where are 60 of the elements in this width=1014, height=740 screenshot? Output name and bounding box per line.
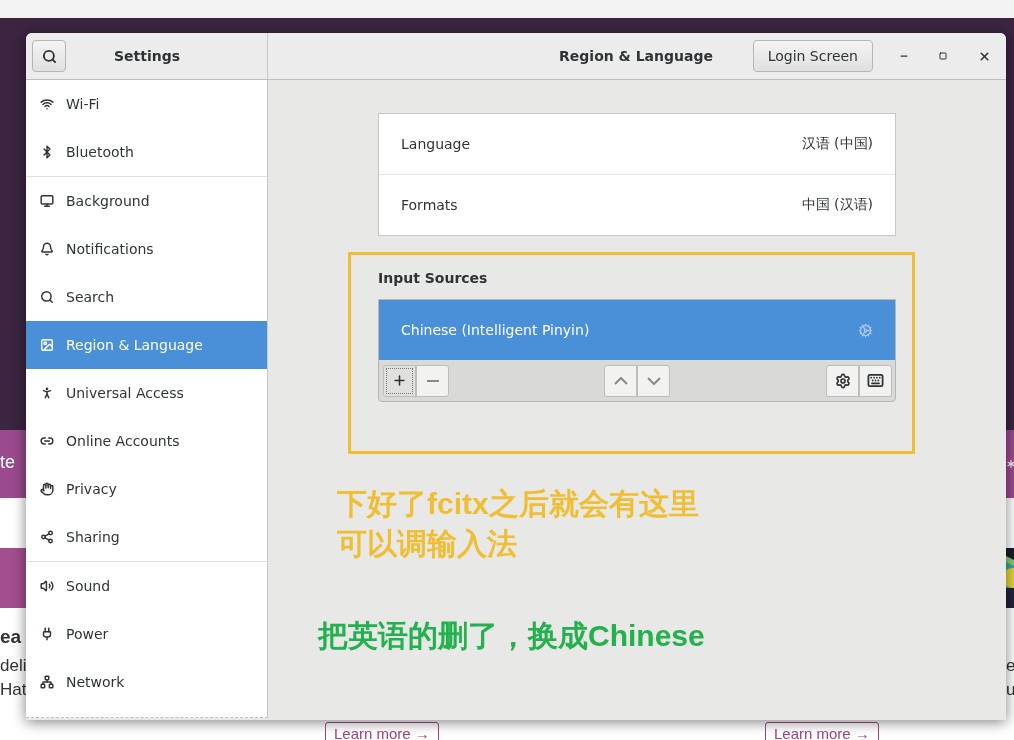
sidebar-item[interactable]: Privacy bbox=[26, 465, 267, 513]
gear-icon[interactable] bbox=[858, 322, 873, 338]
sidebar-item[interactable]: Network bbox=[26, 658, 267, 706]
remove-button[interactable] bbox=[416, 364, 449, 397]
heading-text: ea bbox=[0, 626, 22, 648]
setting-label: Language bbox=[401, 136, 471, 152]
sidebar-item[interactable]: Bluetooth bbox=[26, 128, 267, 176]
search-icon bbox=[41, 48, 57, 64]
settings-icon bbox=[834, 372, 851, 389]
sidebar-item[interactable]: Search bbox=[26, 273, 267, 321]
section-heading: Input Sources bbox=[378, 270, 489, 286]
move-down-button[interactable] bbox=[637, 364, 670, 397]
minus-icon bbox=[426, 379, 439, 382]
body-text: e bbox=[1006, 656, 1014, 676]
annotation-text: 把英语的删了，换成Chinese bbox=[318, 618, 706, 654]
setting-value[interactable]: 中国 (汉语) bbox=[801, 196, 873, 214]
bell-icon bbox=[40, 242, 54, 256]
banner-text: te bbox=[0, 452, 15, 473]
chevron-up-icon bbox=[613, 376, 628, 385]
keyboard-button[interactable] bbox=[859, 364, 892, 397]
sidebar-title: Settings bbox=[112, 48, 182, 64]
close-icon bbox=[977, 49, 991, 63]
search-button[interactable] bbox=[32, 40, 66, 72]
sidebar-item[interactable]: Power bbox=[26, 610, 267, 658]
settings-button[interactable] bbox=[826, 364, 859, 397]
plus-icon bbox=[392, 373, 407, 388]
image-icon bbox=[40, 338, 54, 352]
setting-value[interactable]: 汉语 (中国) bbox=[801, 135, 873, 153]
sidebar-item[interactable]: Wi-Fi bbox=[26, 80, 267, 128]
asterisk-icon bbox=[1004, 457, 1014, 471]
sidebar-item[interactable]: Universal Access bbox=[26, 369, 267, 417]
login-screen-button[interactable]: Login Screen bbox=[752, 40, 873, 72]
learn-more-link[interactable]: Learn more → bbox=[765, 722, 879, 740]
body-text: Hat bbox=[0, 680, 27, 700]
window-title: Region & Language bbox=[558, 48, 714, 64]
annotation-text: 下好了fcitx之后就会有这里 可以调输入法 bbox=[337, 486, 700, 562]
add-button[interactable] bbox=[383, 364, 416, 397]
sidebar-item[interactable]: Sharing bbox=[26, 513, 267, 561]
maximize-icon bbox=[939, 52, 947, 60]
move-up-button[interactable] bbox=[604, 364, 637, 397]
hand-icon bbox=[40, 482, 54, 496]
link-icon bbox=[40, 434, 54, 448]
wifi-icon bbox=[40, 97, 54, 111]
body-text: deli bbox=[0, 656, 27, 676]
share-icon bbox=[40, 530, 54, 544]
sidebar-item[interactable]: Sound bbox=[26, 562, 267, 610]
speaker-icon bbox=[40, 579, 54, 593]
body-text: u bbox=[1006, 680, 1014, 700]
keyboard-icon bbox=[867, 372, 884, 389]
learn-more-link[interactable]: Learn more → bbox=[325, 722, 439, 740]
sidebar-item[interactable]: Notifications bbox=[26, 225, 267, 273]
setting-label: Formats bbox=[401, 197, 458, 213]
person-icon bbox=[40, 386, 54, 400]
sidebar-item[interactable]: Online Accounts bbox=[26, 417, 267, 465]
network-icon bbox=[40, 675, 54, 689]
plug-icon bbox=[40, 627, 54, 641]
sidebar-item[interactable]: Background bbox=[26, 177, 267, 225]
chevron-down-icon bbox=[646, 376, 661, 385]
search-icon bbox=[40, 290, 54, 304]
monitor-icon bbox=[40, 194, 54, 208]
